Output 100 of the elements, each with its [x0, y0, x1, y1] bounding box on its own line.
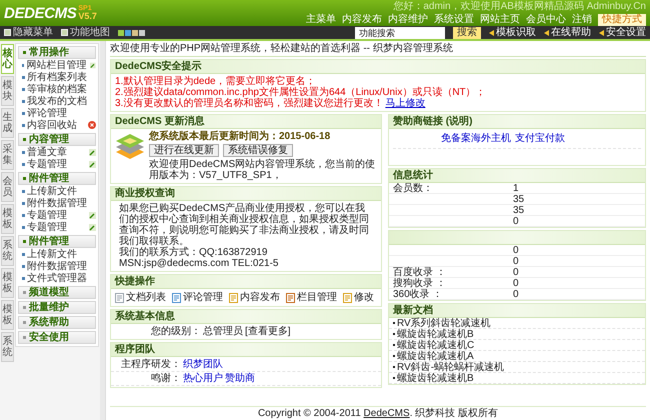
- menu-item[interactable]: 普通文章: [27, 146, 67, 158]
- document-link[interactable]: 螺旋齿轮减速机C: [397, 340, 474, 350]
- stat-label: 会员数：: [393, 183, 433, 194]
- team-link[interactable]: 织梦团队: [183, 359, 223, 370]
- quick-link[interactable]: 评论管理: [183, 292, 223, 303]
- menu-item[interactable]: 文件式管理器: [27, 272, 87, 284]
- nav-link[interactable]: 内容维护: [388, 14, 428, 25]
- section-header: 系统基本信息: [111, 310, 381, 324]
- warning-text: 1.默认管理目录为dede，需要立即将它更名；: [115, 76, 316, 87]
- document-link[interactable]: 螺旋齿轮减速机B: [397, 328, 474, 340]
- arrow-icon: [489, 30, 494, 36]
- stat-value: 0: [513, 289, 519, 299]
- team-link[interactable]: 赞助商: [225, 373, 255, 384]
- stat-value: 0: [513, 256, 519, 266]
- menu-item[interactable]: 专题管理: [27, 210, 67, 220]
- license-text: 如果您已购买DedeCMS产品商业使用授权，您可以在我们的授权中心查询到相关商业授权信息，如果授权类型同查询不符，则说明您可能购买了非法商业授权，请及时同我们取得联系。: [119, 203, 370, 247]
- document-icon: [286, 292, 295, 302]
- quick-link[interactable]: 文档列表: [126, 292, 166, 303]
- menu-group-header[interactable]: 批量维护: [18, 301, 96, 314]
- menu-item[interactable]: 等审核的档案: [27, 84, 87, 94]
- side-tab[interactable]: 系统: [1, 332, 14, 362]
- side-tab[interactable]: 核心: [1, 44, 14, 74]
- quick-link[interactable]: 栏目管理: [297, 292, 337, 303]
- toolbar-link[interactable]: 在线帮助: [551, 27, 591, 38]
- side-tab[interactable]: 采集: [1, 140, 14, 170]
- menu-group-header[interactable]: 频道模型: [18, 286, 96, 299]
- toolbar-link[interactable]: 隐藏菜单: [13, 27, 53, 38]
- nav-link[interactable]: 网站主页: [480, 14, 520, 25]
- menu-item[interactable]: 所有档案列表: [27, 72, 87, 82]
- edit-icon[interactable]: [89, 148, 96, 156]
- warning-text: 2.强烈建议data/common.inc.php文件属性设置为644（Linux/Unix）或只读（NT）；: [115, 87, 487, 98]
- toggle-icon[interactable]: [61, 29, 68, 36]
- nav-link[interactable]: 注销: [572, 14, 592, 25]
- side-tab[interactable]: 模板: [1, 268, 14, 298]
- team-link[interactable]: 热心用户: [183, 373, 223, 384]
- warning-text: 3.没有更改默认的管理员名称和密码，强烈建议您进行更改！ 马上修改: [115, 98, 426, 109]
- edit-icon[interactable]: [89, 160, 96, 168]
- arrow-icon: [599, 30, 604, 36]
- menu-item[interactable]: 上传新文件: [27, 186, 77, 196]
- menu-group-header[interactable]: 附件管理: [18, 235, 96, 248]
- layers-icon: [115, 131, 145, 161]
- more-link[interactable]: [查看更多]: [245, 326, 291, 337]
- toolbar-link[interactable]: 功能地图: [70, 27, 110, 38]
- document-icon: [229, 292, 238, 302]
- menu-item[interactable]: 评论管理: [27, 108, 67, 118]
- stat-value: 35: [513, 205, 524, 215]
- quick-link[interactable]: 内容发布: [240, 292, 280, 303]
- menu-group-header[interactable]: 安全使用: [18, 331, 96, 344]
- search-button[interactable]: 搜索: [453, 26, 481, 38]
- menu-group-header[interactable]: 常用操作: [18, 46, 96, 59]
- menu-item[interactable]: 上传新文件: [27, 248, 77, 260]
- side-tab[interactable]: 模块: [1, 76, 14, 106]
- section-header: DedeCMS 更新消息: [111, 115, 381, 129]
- document-link[interactable]: RV斜齿-蜗轮蜗杆减速机: [397, 362, 504, 372]
- menu-group-header[interactable]: 附件管理: [18, 172, 96, 185]
- menu-item[interactable]: 附件数据管理: [27, 260, 87, 272]
- menu-group-header[interactable]: 系统帮助: [18, 316, 96, 329]
- toggle-icon[interactable]: [4, 29, 11, 36]
- edit-icon[interactable]: [89, 224, 96, 230]
- menu-item[interactable]: 内容回收站: [27, 120, 77, 130]
- toolbar-link[interactable]: 模板识取: [496, 27, 536, 38]
- side-tab[interactable]: 系统: [1, 236, 14, 266]
- sponsor-link[interactable]: 支付宝付款: [515, 133, 565, 144]
- edit-icon[interactable]: [89, 212, 96, 218]
- theme-swatches-icon[interactable]: [118, 30, 145, 36]
- section-header: 商业授权查询: [111, 187, 381, 201]
- delete-icon[interactable]: [88, 121, 96, 129]
- menu-item[interactable]: 专题管理: [27, 222, 67, 232]
- document-link[interactable]: 螺旋齿轮减速机A: [397, 350, 474, 362]
- document-link[interactable]: 螺旋齿轮减速机B: [397, 372, 474, 384]
- menu-item[interactable]: 我发布的文档: [27, 96, 87, 106]
- nav-link[interactable]: 内容发布: [342, 14, 382, 25]
- side-tab[interactable]: 模板: [1, 204, 14, 234]
- side-tab[interactable]: 生成: [1, 108, 14, 138]
- menu-group-header[interactable]: 内容管理: [18, 133, 96, 146]
- quick-link[interactable]: 修改: [354, 292, 374, 303]
- nav-link[interactable]: 会员中心: [526, 14, 566, 25]
- section-header: 快捷操作: [111, 275, 381, 289]
- scrollbar[interactable]: [100, 41, 105, 420]
- menu-item[interactable]: 网站栏目管理: [26, 60, 86, 70]
- toolbar-link[interactable]: 安全设置: [606, 27, 646, 38]
- shortcut-dropdown[interactable]: 快捷方式: [598, 14, 646, 26]
- dedecms-link[interactable]: DedeCMS: [364, 408, 410, 419]
- update-button[interactable]: 进行在线更新: [149, 144, 219, 157]
- document-icon: [343, 292, 352, 302]
- fix-link[interactable]: 马上修改: [385, 98, 426, 109]
- side-tab[interactable]: 会员: [1, 172, 14, 202]
- stat-value: 0: [513, 245, 519, 255]
- document-link[interactable]: RV系列斜齿轮减速机: [397, 318, 491, 328]
- menu-item[interactable]: 附件数据管理: [27, 198, 87, 208]
- sponsor-link[interactable]: 免备案海外主机: [441, 133, 511, 144]
- update-button[interactable]: 系统错误修复: [223, 144, 293, 157]
- team-label: 主程序研发：: [120, 359, 181, 370]
- nav-link[interactable]: 系统设置: [434, 14, 474, 25]
- search-field[interactable]: 功能搜索: [355, 26, 445, 38]
- menu-item[interactable]: 专题管理: [27, 158, 67, 170]
- side-tab[interactable]: 模板: [1, 300, 14, 330]
- team-label: 鸣谢：: [150, 373, 181, 384]
- edit-icon[interactable]: [90, 62, 96, 68]
- nav-link[interactable]: 主菜单: [306, 14, 336, 25]
